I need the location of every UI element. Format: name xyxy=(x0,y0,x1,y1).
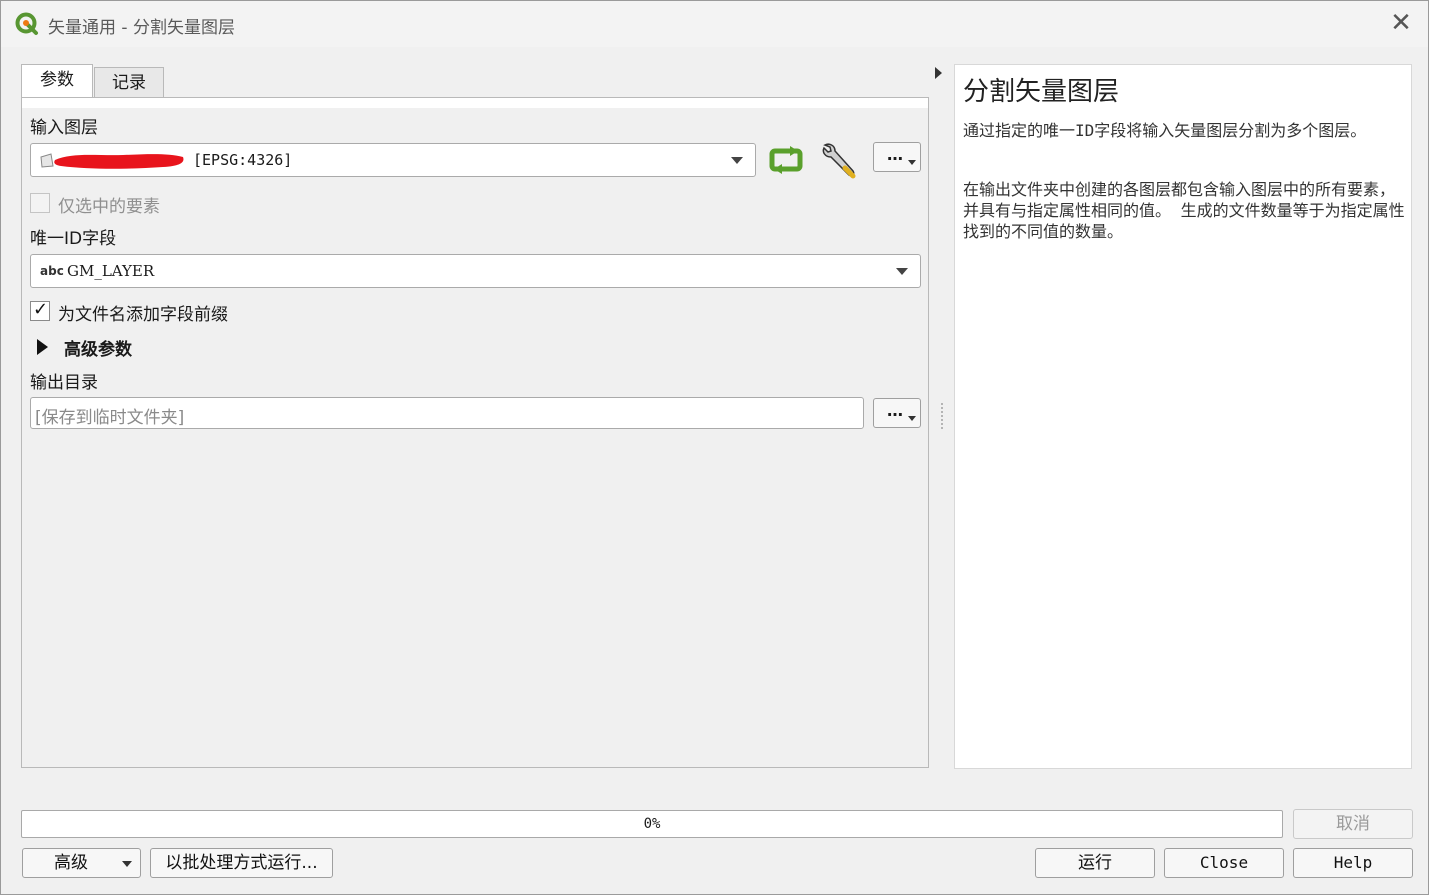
window-title: 矢量通用 - 分割矢量图层 xyxy=(48,18,235,38)
prefix-label: 为文件名添加字段前缀 xyxy=(58,305,228,325)
splitter-handle[interactable] xyxy=(941,403,943,429)
checkmark-icon: ✓ xyxy=(33,299,49,320)
dropdown-arrow-icon xyxy=(908,160,916,165)
tab-log[interactable]: 记录 xyxy=(94,67,164,99)
title-bar: 矢量通用 - 分割矢量图层 ✕ xyxy=(1,1,1428,47)
help-panel: 分割矢量图层 通过指定的唯一ID字段将输入矢量图层分割为多个图层。 在输出文件夹… xyxy=(954,64,1412,769)
help-paragraph-2: 在输出文件夹中创建的各图层都包含输入图层中的所有要素，并具有与指定属性相同的值。… xyxy=(963,180,1405,241)
wrench-icon[interactable] xyxy=(819,141,861,181)
prefix-checkbox[interactable]: ✓ xyxy=(30,299,50,321)
dialog-window: 矢量通用 - 分割矢量图层 ✕ 参数 记录 输入图层 [EPSG:4326] …… xyxy=(0,0,1429,895)
redacted-layer-name xyxy=(54,154,184,169)
advanced-button[interactable]: 高级 xyxy=(22,848,141,878)
dropdown-arrow-icon xyxy=(896,268,908,275)
selected-only-checkbox[interactable] xyxy=(30,193,50,213)
advanced-button-label: 高级 xyxy=(54,853,88,873)
collapse-help-icon[interactable] xyxy=(935,67,942,79)
help-title: 分割矢量图层 xyxy=(963,77,1120,107)
close-icon[interactable]: ✕ xyxy=(1388,10,1414,36)
unique-id-combo[interactable]: abc GM_LAYER xyxy=(30,254,921,288)
output-dir-label: 输出目录 xyxy=(30,373,98,393)
dropdown-arrow-icon xyxy=(731,157,743,164)
output-dir-input[interactable]: [保存到临时文件夹] xyxy=(30,397,864,429)
qgis-logo-icon xyxy=(15,12,38,35)
selected-only-label: 仅选中的要素 xyxy=(58,197,160,217)
unique-id-label: 唯一ID字段 xyxy=(30,229,117,249)
help-button[interactable]: Help xyxy=(1293,848,1413,878)
input-layer-label: 输入图层 xyxy=(30,118,98,138)
dropdown-arrow-icon xyxy=(908,416,916,421)
output-dir-options-button[interactable]: … xyxy=(873,398,921,428)
help-paragraph-1: 通过指定的唯一ID字段将输入矢量图层分割为多个图层。 xyxy=(963,121,1367,140)
output-dir-placeholder: [保存到临时文件夹] xyxy=(35,408,185,428)
progress-bar: 0% xyxy=(21,810,1283,838)
advanced-params-toggle[interactable]: 高级参数 xyxy=(64,335,132,360)
cancel-button[interactable]: 取消 xyxy=(1293,809,1413,839)
input-layer-combo[interactable]: [EPSG:4326] xyxy=(30,143,756,177)
progress-text: 0% xyxy=(643,816,661,832)
input-layer-value: [EPSG:4326] xyxy=(193,151,293,169)
close-button[interactable]: Close xyxy=(1164,848,1284,878)
dropdown-arrow-icon xyxy=(122,861,132,867)
input-layer-options-button[interactable]: … xyxy=(873,142,921,172)
refresh-icon[interactable] xyxy=(768,144,806,176)
unique-id-value: GM_LAYER xyxy=(67,262,155,280)
expand-arrow-icon[interactable] xyxy=(36,338,50,356)
more-icon: … xyxy=(887,401,904,420)
more-icon: … xyxy=(887,145,904,164)
run-button[interactable]: 运行 xyxy=(1035,848,1155,878)
batch-run-button[interactable]: 以批处理方式运行... xyxy=(150,848,333,878)
text-field-icon: abc xyxy=(40,264,64,278)
tab-params[interactable]: 参数 xyxy=(21,64,93,98)
